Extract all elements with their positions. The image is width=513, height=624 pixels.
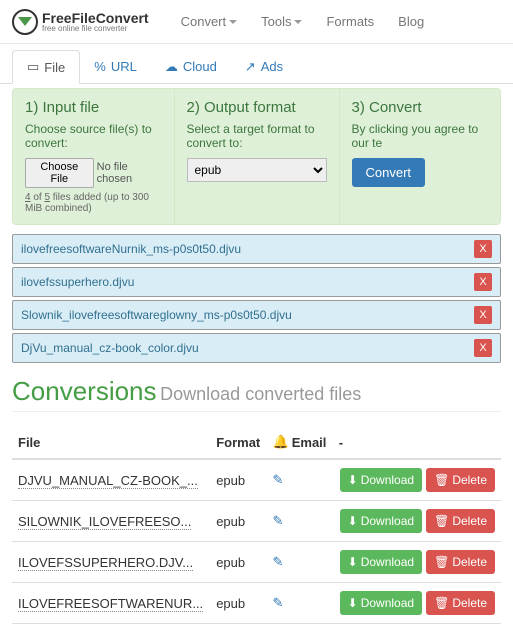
caret-icon: [294, 20, 302, 24]
uploaded-file-item: ilovefreesoftwareNurnik_ms-p0s0t50.djvu X: [12, 234, 501, 264]
tab-url[interactable]: %URL: [80, 50, 151, 83]
file-name: DjVu_manual_cz-book_color.djvu: [21, 341, 199, 355]
step2-desc: Select a target format to convert to:: [187, 122, 327, 150]
th-file: File: [12, 426, 210, 459]
table-row: DJVU_MANUAL_CZ-BOOK_... epub ✎ ⬇ Download🗑 …: [12, 459, 501, 501]
remove-file-button[interactable]: X: [474, 240, 492, 258]
uploaded-file-item: ilovefssuperhero.djvu X: [12, 267, 501, 297]
table-row: SILOWNIK_ILOVEFREESO... epub ✎ ⬇ Download🗑 …: [12, 501, 501, 542]
delete-button[interactable]: 🗑 Delete: [426, 468, 495, 492]
logo-icon: [12, 9, 38, 35]
file-link[interactable]: DJVU_MANUAL_CZ-BOOK_...: [18, 473, 198, 489]
format-cell: epub: [210, 459, 266, 501]
th-email: 🔔Email: [267, 426, 333, 459]
file-name: Slownik_ilovefreesoftwareglowny_ms-p0s0t…: [21, 308, 292, 322]
download-icon: ⬇: [348, 555, 358, 569]
edit-email-icon[interactable]: ✎: [273, 554, 284, 569]
logo[interactable]: FreeFileConvert free online file convert…: [12, 9, 149, 35]
url-icon: %: [94, 59, 106, 74]
table-row: ILOVEFREESOFTWARENUR... epub ✎ ⬇ Download🗑 …: [12, 583, 501, 624]
uploaded-file-item: Slownik_ilovefreesoftwareglowny_ms-p0s0t…: [12, 300, 501, 330]
choose-file-button[interactable]: Choose File: [25, 158, 94, 188]
file-count-note: 4 of 5 files added (up to 300 MiB combin…: [25, 192, 162, 214]
conversions-subtitle: Download converted files: [160, 384, 361, 404]
file-icon: ▭: [27, 59, 39, 75]
step1-title: 1) Input file: [25, 99, 162, 116]
ads-icon: ↗: [245, 59, 256, 75]
trash-icon: 🗑: [434, 555, 449, 569]
remove-file-button[interactable]: X: [474, 306, 492, 324]
nav-blog[interactable]: Blog: [386, 6, 436, 37]
step2-title: 2) Output format: [187, 99, 327, 116]
cloud-icon: ☁: [165, 59, 178, 75]
nav-tools[interactable]: Tools: [249, 6, 314, 37]
delete-button[interactable]: 🗑 Delete: [426, 591, 495, 615]
file-link[interactable]: ILOVEFSSUPERHERO.DJV...: [18, 555, 193, 571]
download-icon: ⬇: [348, 514, 358, 528]
edit-email-icon[interactable]: ✎: [273, 595, 284, 610]
format-cell: epub: [210, 583, 266, 624]
conversions-title: Conversions: [12, 376, 157, 406]
file-link[interactable]: ILOVEFREESOFTWARENUR...: [18, 596, 203, 612]
caret-icon: [229, 20, 237, 24]
file-chosen-text: No file chosen: [97, 161, 162, 185]
remove-file-button[interactable]: X: [474, 339, 492, 357]
remove-file-button[interactable]: X: [474, 273, 492, 291]
step3-desc: By clicking you agree to our te: [352, 122, 489, 150]
file-name: ilovefreesoftwareNurnik_ms-p0s0t50.djvu: [21, 242, 241, 256]
trash-icon: 🗑: [434, 596, 449, 610]
format-cell: epub: [210, 542, 266, 583]
nav-formats[interactable]: Formats: [314, 6, 386, 37]
format-cell: epub: [210, 501, 266, 542]
logo-tagline: free online file converter: [42, 25, 149, 33]
table-row: ILOVEFSSUPERHERO.DJV... epub ✎ ⬇ Download🗑 …: [12, 542, 501, 583]
uploaded-file-item: DjVu_manual_cz-book_color.djvu X: [12, 333, 501, 363]
step3-title: 3) Convert: [352, 99, 489, 116]
step1-desc: Choose source file(s) to convert:: [25, 122, 162, 150]
file-name: ilovefssuperhero.djvu: [21, 275, 134, 289]
trash-icon: 🗑: [434, 514, 449, 528]
trash-icon: 🗑: [434, 473, 449, 487]
file-link[interactable]: SILOWNIK_ILOVEFREESO...: [18, 514, 191, 530]
delete-button[interactable]: 🗑 Delete: [426, 550, 495, 574]
download-button[interactable]: ⬇ Download: [340, 468, 422, 492]
download-icon: ⬇: [348, 596, 358, 610]
tab-cloud[interactable]: ☁Cloud: [151, 50, 231, 83]
tab-ads[interactable]: ↗Ads: [231, 50, 297, 83]
download-icon: ⬇: [348, 473, 358, 487]
delete-button[interactable]: 🗑 Delete: [426, 509, 495, 533]
th-format: Format: [210, 426, 266, 459]
tab-file[interactable]: ▭File: [12, 50, 80, 84]
edit-email-icon[interactable]: ✎: [273, 472, 284, 487]
bell-icon: 🔔: [273, 434, 289, 450]
nav-convert[interactable]: Convert: [169, 6, 250, 37]
edit-email-icon[interactable]: ✎: [273, 513, 284, 528]
download-button[interactable]: ⬇ Download: [340, 591, 422, 615]
th-actions: -: [333, 426, 501, 459]
convert-button[interactable]: Convert: [352, 158, 426, 187]
download-button[interactable]: ⬇ Download: [340, 550, 422, 574]
format-select[interactable]: epub: [187, 158, 327, 182]
download-button[interactable]: ⬇ Download: [340, 509, 422, 533]
logo-name: FreeFileConvert: [42, 11, 149, 25]
